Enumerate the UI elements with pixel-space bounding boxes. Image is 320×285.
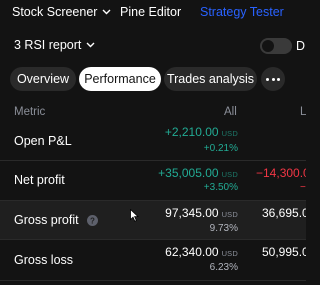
tab-trades-analysis[interactable]: Trades analysis xyxy=(164,67,257,91)
more-horizontal-icon[interactable] xyxy=(261,67,285,91)
tab-performance[interactable]: Performance xyxy=(79,67,161,91)
table-row: Open P&L +2,210.00 USD +0.21% xyxy=(0,124,306,160)
tab-stock-screener-label: Stock Screener xyxy=(12,5,98,19)
gross-profit-long-value: 36,695.0 xyxy=(262,206,306,220)
table-row: Gross loss 62,340.00 USD 6.23% 50,995.0 xyxy=(0,240,306,280)
chevron-down-icon[interactable] xyxy=(102,9,111,15)
tab-overview[interactable]: Overview xyxy=(10,67,76,91)
tab-stock-screener[interactable]: Stock Screener xyxy=(12,4,111,20)
column-header-long: L xyxy=(300,106,306,118)
column-header-metric: Metric xyxy=(14,106,46,118)
row-label: Open P&L xyxy=(14,134,72,148)
row-label: Net profit xyxy=(14,173,65,187)
tab-strategy-tester[interactable]: Strategy Tester xyxy=(200,4,284,20)
gross-loss-all-percent: 6.23% xyxy=(209,262,238,273)
info-icon[interactable]: ? xyxy=(87,215,99,227)
tab-performance-label: Performance xyxy=(84,72,156,86)
row-label-with-info: Gross profit ? xyxy=(14,213,99,227)
chevron-down-icon xyxy=(86,42,95,48)
tab-pine-editor-label: Pine Editor xyxy=(120,5,182,19)
tab-overview-label: Overview xyxy=(16,72,70,86)
net-profit-long-percent: − xyxy=(300,182,306,193)
open-pl-all-percent: +0.21% xyxy=(203,143,238,154)
net-profit-long-value: −14,300.0 xyxy=(256,166,306,180)
gross-profit-all-value: 97,345.00 USD xyxy=(165,206,238,220)
svg-text:?: ? xyxy=(90,217,95,226)
toggle-knob xyxy=(262,40,274,52)
deep-backtesting-toggle[interactable] xyxy=(260,38,292,54)
report-title: 3 RSI report xyxy=(14,38,82,52)
row-label: Gross loss xyxy=(14,253,74,267)
net-profit-all-value: +35,005.00 USD xyxy=(158,166,238,180)
open-pl-all-value: +2,210.00 USD xyxy=(164,125,238,139)
gross-profit-all-percent: 9.73% xyxy=(209,223,238,234)
table-row: Net profit +35,005.00 USD +3.50% −14,300.… xyxy=(0,160,306,200)
tab-pine-editor[interactable]: Pine Editor xyxy=(120,4,181,20)
net-profit-all-percent: +3.50% xyxy=(203,182,238,193)
column-header-all: All xyxy=(224,106,237,118)
report-selector[interactable]: 3 RSI report xyxy=(14,38,95,52)
tab-strategy-tester-label: Strategy Tester xyxy=(200,5,284,19)
divider xyxy=(0,280,306,281)
mouse-cursor-icon xyxy=(130,208,140,227)
tab-trades-analysis-label: Trades analysis xyxy=(166,72,255,86)
table-row[interactable]: Gross profit ? 97,345.00 USD 9.73% 36,695… xyxy=(0,201,306,239)
bottom-panel-tabbar: Stock Screener Pine Editor Strategy Test… xyxy=(0,0,306,24)
toggle-label: D xyxy=(296,39,306,53)
gross-loss-all-value: 62,340.00 USD xyxy=(165,245,238,259)
gross-loss-long-value: 50,995.0 xyxy=(262,245,306,259)
strategy-tester-panel: Stock Screener Pine Editor Strategy Test… xyxy=(0,0,306,285)
